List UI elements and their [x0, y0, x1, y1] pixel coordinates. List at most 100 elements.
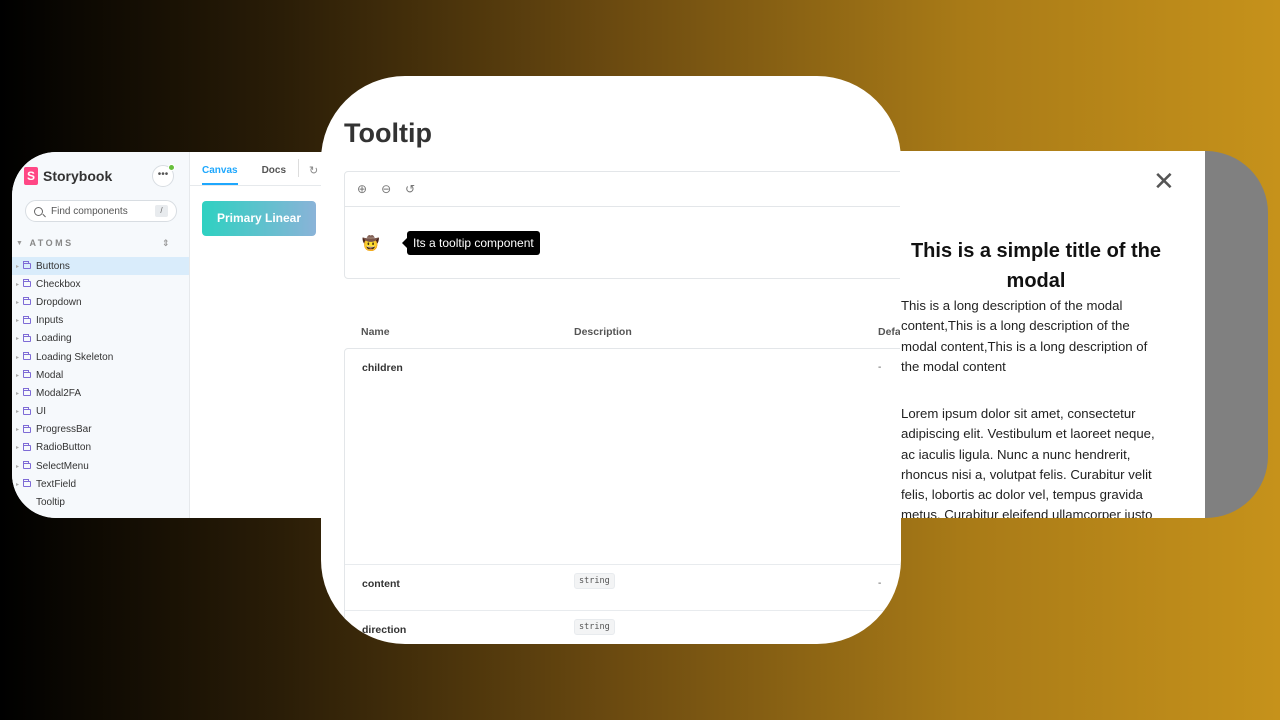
chevron-right-icon: ▸	[16, 481, 20, 488]
sidebar-item-modal[interactable]: ▸ Modal	[12, 366, 189, 384]
column-default: Defa	[878, 326, 901, 338]
chevron-right-icon: ▸	[16, 263, 20, 270]
sidebar-item-label: Tooltip	[36, 497, 65, 509]
search-icon	[34, 206, 43, 216]
search-placeholder: Find components	[51, 205, 128, 217]
chevron-right-icon: ▸	[16, 409, 20, 416]
chevron-right-icon: ▸	[16, 354, 20, 361]
prop-type: string	[574, 573, 615, 589]
prop-default: -	[878, 362, 882, 373]
folder-icon	[23, 370, 31, 379]
cowboy-emoji-icon[interactable]: 🤠	[362, 235, 379, 252]
modal-dialog: ✕ This is a simple title of the modal Th…	[900, 151, 1205, 518]
column-description: Description	[574, 326, 632, 338]
tab-divider	[298, 159, 300, 177]
sidebar-item-selectmenu[interactable]: ▸ SelectMenu	[12, 457, 189, 475]
search-shortcut-key: /	[155, 205, 168, 217]
folder-icon	[23, 388, 31, 397]
folder-icon	[23, 479, 31, 488]
sidebar-item-checkbox[interactable]: ▸ Checkbox	[12, 275, 189, 293]
folder-icon	[23, 261, 31, 270]
zoom-in-icon[interactable]: ⊕	[357, 182, 367, 196]
sidebar-item-dropdown[interactable]: ▸ Dropdown	[12, 293, 189, 311]
notification-dot	[168, 164, 175, 171]
refresh-icon[interactable]: ↻	[309, 164, 318, 185]
sidebar-item-loading-skeleton[interactable]: ▸ Loading Skeleton	[12, 348, 189, 366]
prop-type: string	[574, 619, 615, 635]
chevron-right-icon: ▸	[16, 336, 20, 343]
sidebar-item-tooltip[interactable]: Tooltip	[12, 493, 189, 511]
storybook-tabs: Canvas Docs ↻	[190, 152, 342, 186]
sidebar-header: S Storybook •••	[12, 152, 189, 200]
folder-icon	[23, 279, 31, 288]
tab-canvas[interactable]: Canvas	[202, 165, 238, 185]
folder-icon	[23, 424, 31, 433]
table-row: content string -	[345, 565, 901, 611]
preview-toolbar: ⊕ ⊖ ↺	[345, 172, 901, 207]
sidebar-menu-button[interactable]: •••	[152, 164, 175, 187]
sidebar-item-ui[interactable]: ▸ UI	[12, 403, 189, 421]
reset-zoom-icon[interactable]: ↺	[405, 182, 415, 196]
sidebar-item-buttons[interactable]: ▸ Buttons	[12, 257, 189, 276]
sidebar-item-label: RadioButton	[36, 442, 92, 454]
chevron-right-icon: ▸	[16, 318, 20, 325]
sidebar-item-modal2fa[interactable]: ▸ Modal2FA	[12, 384, 189, 402]
sidebar-item-label: Loading	[36, 333, 72, 345]
sidebar-item-label: TextField	[36, 478, 77, 490]
storybook-brand[interactable]: Storybook	[43, 168, 112, 184]
props-table-header: Name Description Defa	[344, 326, 901, 348]
sidebar-section-atoms[interactable]: ▼ ATOMS ⇕	[12, 237, 189, 249]
tooltip-docs-window: Tooltip ⊕ ⊖ ↺ 🤠 Its a tooltip component …	[321, 76, 901, 644]
zoom-out-icon[interactable]: ⊖	[381, 182, 391, 196]
prop-name: children	[362, 362, 403, 374]
table-row: direction string	[345, 611, 901, 644]
prop-name: content	[362, 578, 400, 590]
search-input[interactable]: Find components /	[25, 200, 177, 222]
sidebar-item-textfield[interactable]: ▸ TextField	[12, 475, 189, 493]
primary-linear-button[interactable]: Primary Linear	[202, 201, 316, 236]
chevron-right-icon: ▸	[16, 445, 20, 452]
sidebar-item-label: UI	[36, 406, 46, 418]
folder-icon	[23, 315, 31, 324]
preview-canvas: 🤠 Its a tooltip component	[345, 207, 901, 279]
sidebar-item-label: Modal2FA	[36, 387, 82, 399]
sidebar-item-label: Modal	[36, 369, 64, 381]
column-name: Name	[361, 326, 390, 338]
storybook-logo-icon: S	[24, 167, 38, 185]
folder-icon	[23, 352, 31, 361]
sidebar-item-inputs[interactable]: ▸ Inputs	[12, 312, 189, 330]
sidebar-item-label: Checkbox	[36, 278, 81, 290]
prop-name: direction	[362, 624, 407, 636]
sidebar-item-label: Dropdown	[36, 296, 82, 308]
folder-icon	[23, 333, 31, 342]
storybook-main: Canvas Docs ↻ Primary Linear	[190, 152, 342, 518]
chevron-right-icon: ▸	[16, 372, 20, 379]
close-icon[interactable]: ✕	[1153, 168, 1175, 194]
modal-window: ✕ This is a simple title of the modal Th…	[900, 151, 1268, 518]
tooltip-bubble: Its a tooltip component	[402, 231, 540, 255]
sidebar-item-label: Inputs	[36, 315, 64, 327]
sidebar-item-progressbar[interactable]: ▸ ProgressBar	[12, 421, 189, 439]
chevron-right-icon: ▸	[16, 281, 20, 288]
sidebar-item-loading[interactable]: ▸ Loading	[12, 330, 189, 348]
chevron-right-icon: ▸	[16, 463, 20, 470]
storybook-window: S Storybook ••• Find components / ▼ ATOM…	[12, 152, 342, 518]
sidebar-list: ▸ Buttons ▸ Checkbox ▸ Dropdown ▸ Inputs…	[12, 257, 189, 512]
folder-icon	[23, 461, 31, 470]
sidebar-item-label: ProgressBar	[36, 424, 92, 436]
modal-title: This is a simple title of the modal	[910, 240, 1162, 292]
expand-collapse-icon[interactable]: ⇕	[162, 238, 170, 249]
sidebar-item-radiobutton[interactable]: ▸ RadioButton	[12, 439, 189, 457]
section-label: ATOMS	[29, 238, 74, 248]
chevron-down-icon: ▼	[16, 239, 26, 247]
prop-default: -	[878, 578, 882, 589]
folder-icon	[23, 406, 31, 415]
modal-description: This is a long description of the modal …	[901, 298, 1148, 374]
chevron-right-icon: ▸	[16, 427, 20, 434]
folder-icon	[23, 442, 31, 451]
chevron-right-icon: ▸	[16, 299, 20, 306]
page-title: Tooltip	[344, 118, 432, 148]
tab-docs[interactable]: Docs	[262, 165, 286, 185]
story-preview: ⊕ ⊖ ↺ 🤠 Its a tooltip component	[344, 171, 901, 279]
sidebar-item-label: Buttons	[36, 260, 70, 272]
